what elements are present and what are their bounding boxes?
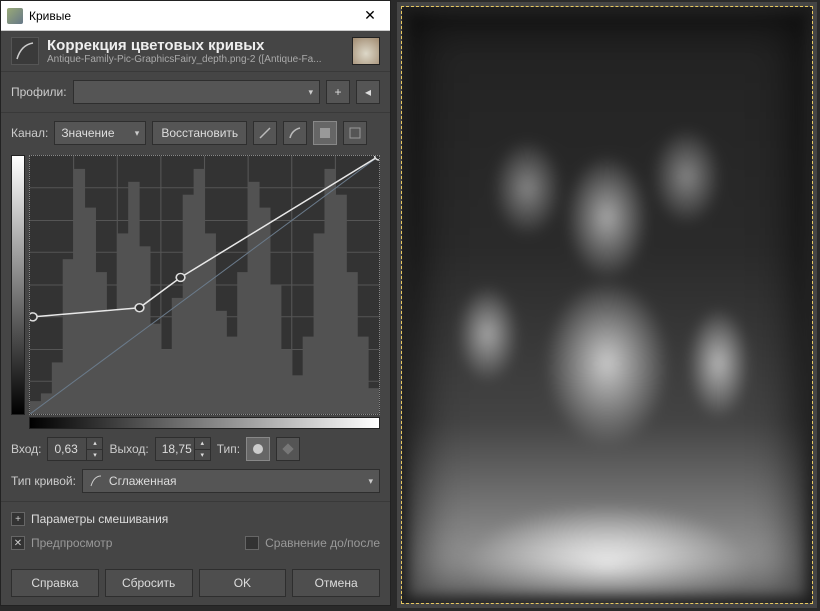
input-label: Вход: <box>11 442 41 456</box>
chevron-down-icon: ▾ <box>368 476 373 487</box>
compare-label: Сравнение до/после <box>265 536 380 550</box>
output-gradient <box>11 155 25 415</box>
image-thumbnail <box>352 37 380 65</box>
blend-options-label: Параметры смешивания <box>31 512 168 526</box>
profile-add-button[interactable]: + <box>326 80 350 104</box>
up-icon: ▴ <box>86 438 102 450</box>
curve-graph[interactable] <box>29 155 380 415</box>
help-button[interactable]: Справка <box>11 569 99 597</box>
chevron-down-icon: ▾ <box>135 128 140 139</box>
smooth-curve-icon <box>89 474 103 488</box>
file-name: Antique-Family-Pic-GraphicsFairy_depth.p… <box>47 54 344 65</box>
histogram-mode-a-icon[interactable] <box>313 121 337 145</box>
curve-graph-area <box>1 149 390 417</box>
profiles-row: Профили: ▾ + ◂ <box>1 76 390 108</box>
cancel-button[interactable]: Отмена <box>292 569 380 597</box>
curves-dialog: Кривые ✕ Коррекция цветовых кривых Antiq… <box>0 0 391 606</box>
io-row: Вход: 0,63▴▾ Выход: 18,75▴▾ Тип: <box>1 433 390 465</box>
type-label: Тип: <box>217 442 240 456</box>
histogram <box>30 169 379 414</box>
output-label: Выход: <box>109 442 148 456</box>
channel-reset-button[interactable]: Восстановить <box>152 121 247 145</box>
curve-type-label: Тип кривой: <box>11 474 76 488</box>
chevron-down-icon: ▾ <box>308 87 313 98</box>
plus-icon: + <box>11 512 25 526</box>
input-gradient <box>29 417 380 429</box>
curves-header-icon <box>11 37 39 65</box>
image-canvas[interactable] <box>397 2 817 608</box>
control-point[interactable] <box>135 304 144 312</box>
profiles-combo[interactable]: ▾ <box>73 80 320 104</box>
output-spinbox[interactable]: 18,75▴▾ <box>155 437 211 461</box>
preview-checkbox[interactable]: ✕ <box>11 536 25 550</box>
selection-marquee <box>401 6 813 604</box>
dialog-title: Коррекция цветовых кривых <box>47 37 344 54</box>
preview-label: Предпросмотр <box>31 536 112 550</box>
dialog-header: Коррекция цветовых кривых Antique-Family… <box>1 31 390 67</box>
curve-type-combo[interactable]: Сглаженная▾ <box>82 469 380 493</box>
curve-type-row: Тип кривой: Сглаженная▾ <box>1 465 390 497</box>
control-point[interactable] <box>30 313 37 321</box>
reset-button[interactable]: Сбросить <box>105 569 193 597</box>
channel-label: Канал: <box>11 126 48 140</box>
channel-combo[interactable]: Значение▾ <box>54 121 146 145</box>
app-icon <box>7 8 23 24</box>
down-icon: ▾ <box>86 450 102 461</box>
profile-menu-button[interactable]: ◂ <box>356 80 380 104</box>
histogram-linear-icon[interactable] <box>253 121 277 145</box>
histogram-mode-b-icon[interactable] <box>343 121 367 145</box>
input-spinbox[interactable]: 0,63▴▾ <box>47 437 103 461</box>
down-icon: ▾ <box>194 450 210 461</box>
blend-options-expander[interactable]: + Параметры смешивания <box>1 506 390 532</box>
close-icon[interactable]: ✕ <box>350 1 390 31</box>
histogram-log-icon[interactable] <box>283 121 307 145</box>
up-icon: ▴ <box>194 438 210 450</box>
titlebar[interactable]: Кривые ✕ <box>1 1 390 31</box>
window-title: Кривые <box>29 9 350 23</box>
point-type-circle[interactable] <box>246 437 270 461</box>
control-point[interactable] <box>176 273 185 281</box>
profiles-label: Профили: <box>11 85 67 99</box>
compare-checkbox[interactable] <box>245 536 259 550</box>
point-type-diamond[interactable] <box>276 437 300 461</box>
ok-button[interactable]: OK <box>199 569 287 597</box>
channel-row: Канал: Значение▾ Восстановить <box>1 117 390 149</box>
